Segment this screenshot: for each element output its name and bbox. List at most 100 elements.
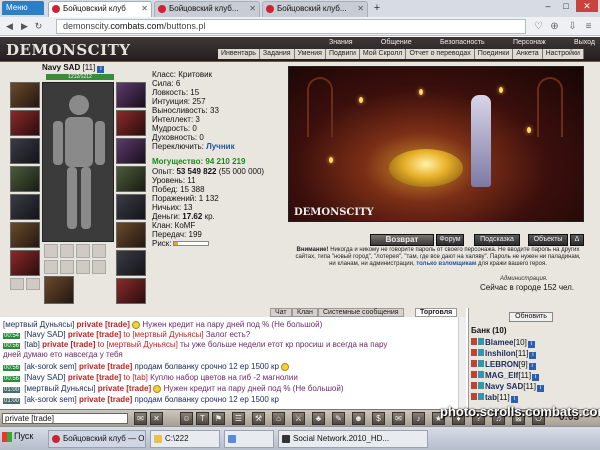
clear-icon[interactable]: ✕ — [150, 412, 163, 425]
character-name[interactable]: Navy SAD [11] i — [42, 63, 105, 73]
window-close-icon[interactable]: ✕ — [576, 0, 598, 12]
rune-slot-6[interactable] — [60, 260, 74, 274]
task-video[interactable]: Social Network.2010_HD... — [278, 430, 428, 448]
chat-input[interactable]: private [trade] — [2, 413, 128, 424]
chat-user[interactable]: [Navy SAD] — [24, 330, 65, 339]
belt-slot[interactable] — [10, 194, 40, 220]
rune-slot-8[interactable] — [92, 260, 106, 274]
submenu-feats[interactable]: Подвиги — [325, 49, 360, 59]
task-folder[interactable]: C:\222 — [150, 430, 220, 448]
browser-tab-2[interactable]: Бойцовский клуб... ✕ — [154, 1, 260, 17]
tab-system-messages[interactable]: Системные сообщения — [318, 308, 404, 317]
filter-icon[interactable]: ⚑ — [212, 412, 225, 425]
tab-clan[interactable]: Клан — [292, 308, 318, 317]
ring-slot-2[interactable] — [116, 138, 146, 164]
maximize-icon[interactable]: □ — [558, 0, 574, 12]
roster-user-name[interactable]: Navy SAD — [485, 382, 523, 391]
armor-slot[interactable] — [10, 166, 40, 192]
roster-user[interactable]: LEBRON[9] i — [471, 360, 536, 370]
chat-user[interactable]: [Navy SAD] — [24, 373, 65, 382]
menu-communication[interactable]: Общение — [378, 39, 415, 46]
chat-private-tag[interactable]: private [trade] — [68, 330, 121, 339]
gloves-slot[interactable] — [10, 250, 40, 276]
potion-icon[interactable]: ♣ — [312, 412, 325, 425]
roster-user[interactable]: Inshilon[11] i — [471, 349, 537, 359]
private-icon[interactable] — [471, 382, 477, 389]
earring-slot[interactable] — [116, 82, 146, 108]
browser-tab-1[interactable]: Бойцовский клуб ✕ — [48, 1, 152, 17]
hint-button[interactable]: Подсказка — [474, 234, 520, 246]
submenu-profile[interactable]: Анкета — [513, 49, 543, 59]
menu-security[interactable]: Безопасность — [437, 39, 488, 46]
send-icon[interactable]: ✉ — [134, 412, 147, 425]
inventory-icon[interactable]: ⚒ — [252, 412, 265, 425]
submenu-transfer-report[interactable]: Отчет о переводах — [406, 49, 475, 59]
cloak-slot[interactable] — [116, 278, 146, 304]
tab-close-icon[interactable]: ✕ — [357, 2, 364, 16]
private-icon[interactable] — [471, 360, 477, 367]
bookmark-icon[interactable]: ♡ — [532, 20, 545, 33]
download-icon[interactable]: ⇩ — [566, 20, 579, 33]
rune-slot-5[interactable] — [44, 260, 58, 274]
back-icon[interactable]: ◀ — [3, 20, 16, 33]
info-icon[interactable]: i — [528, 363, 536, 370]
pocket-slot-2[interactable] — [26, 278, 40, 290]
roster-user[interactable]: MAG_Elf[11] i — [471, 371, 540, 381]
character-avatar[interactable] — [42, 82, 114, 242]
extra-button[interactable]: Δ — [570, 234, 584, 246]
info-icon[interactable]: i — [510, 396, 518, 403]
mail-icon[interactable]: ✉ — [392, 412, 405, 425]
rune-slot-1[interactable] — [44, 244, 58, 258]
gold-pile-object[interactable] — [389, 149, 463, 187]
scroll-icon[interactable]: ✎ — [332, 412, 345, 425]
ring-slot-3[interactable] — [116, 166, 146, 192]
chat-user[interactable]: [ak-sorok sem] — [24, 362, 76, 371]
info-icon[interactable]: i — [537, 385, 544, 392]
submenu-skills[interactable]: Умения — [294, 49, 326, 59]
refresh-button[interactable]: Обновить — [509, 312, 553, 322]
contacts-icon[interactable]: ☰ — [232, 412, 245, 425]
task-browser[interactable]: Бойцовский клуб — O... — [48, 430, 146, 448]
forward-icon[interactable]: ▶ — [18, 20, 31, 33]
roster-user[interactable]: Navy SAD[11] i — [471, 382, 544, 392]
ring-slot-1[interactable] — [116, 110, 146, 136]
chat-private-tag[interactable]: private [trade] — [77, 320, 130, 329]
translit-icon[interactable]: T — [196, 412, 209, 425]
roster-user[interactable]: tab[11] i — [471, 393, 518, 403]
banker-npc[interactable] — [471, 95, 491, 187]
battle-icon[interactable]: ⚔ — [292, 412, 305, 425]
rune-slot-3[interactable] — [76, 244, 90, 258]
settings-icon[interactable]: ≡ — [582, 20, 595, 33]
private-icon[interactable] — [471, 371, 477, 378]
map-icon[interactable]: ⌂ — [272, 412, 285, 425]
submenu-inventory[interactable]: Инвентарь — [218, 49, 260, 59]
tab-trade[interactable]: Торговля — [415, 308, 458, 317]
info-icon[interactable]: i — [97, 66, 105, 73]
rune-slot-7[interactable] — [76, 260, 90, 274]
info-icon[interactable]: i — [529, 352, 537, 359]
info-icon[interactable]: i — [532, 374, 540, 381]
amulet-slot[interactable] — [10, 110, 40, 136]
roster-user-name[interactable]: Inshilon — [485, 349, 516, 358]
switch-class-link[interactable]: Лучник — [206, 142, 234, 151]
private-icon[interactable] — [471, 393, 477, 400]
pants-slot[interactable] — [116, 222, 146, 248]
submenu-settings[interactable]: Настройки — [542, 49, 584, 59]
browser-menu-button[interactable]: Меню — [2, 1, 44, 15]
pet-slot[interactable] — [44, 276, 74, 304]
roster-user-name[interactable]: tab — [485, 393, 497, 402]
people-icon[interactable]: ☻ — [352, 412, 365, 425]
submenu-my-scroll[interactable]: Мой Скролл — [359, 49, 407, 59]
browser-tab-3[interactable]: Бойцовский клуб... ✕ — [262, 1, 368, 17]
start-button[interactable]: Пуск — [2, 431, 33, 442]
chat-private-tag[interactable]: private [trade] — [98, 384, 151, 393]
weapon-slot[interactable] — [10, 138, 40, 164]
chat-private-tag[interactable]: private [trade] — [79, 362, 132, 371]
submenu-fights[interactable]: Поединки — [474, 49, 514, 59]
submenu-quests[interactable]: Задания — [259, 49, 295, 59]
chat-user[interactable]: [мертвый Дуньясы] — [3, 320, 74, 329]
helmet-slot[interactable] — [10, 82, 40, 108]
rune-slot-2[interactable] — [60, 244, 74, 258]
chat-user[interactable]: [tab] — [24, 340, 40, 349]
new-tab-button[interactable]: + — [370, 2, 384, 14]
